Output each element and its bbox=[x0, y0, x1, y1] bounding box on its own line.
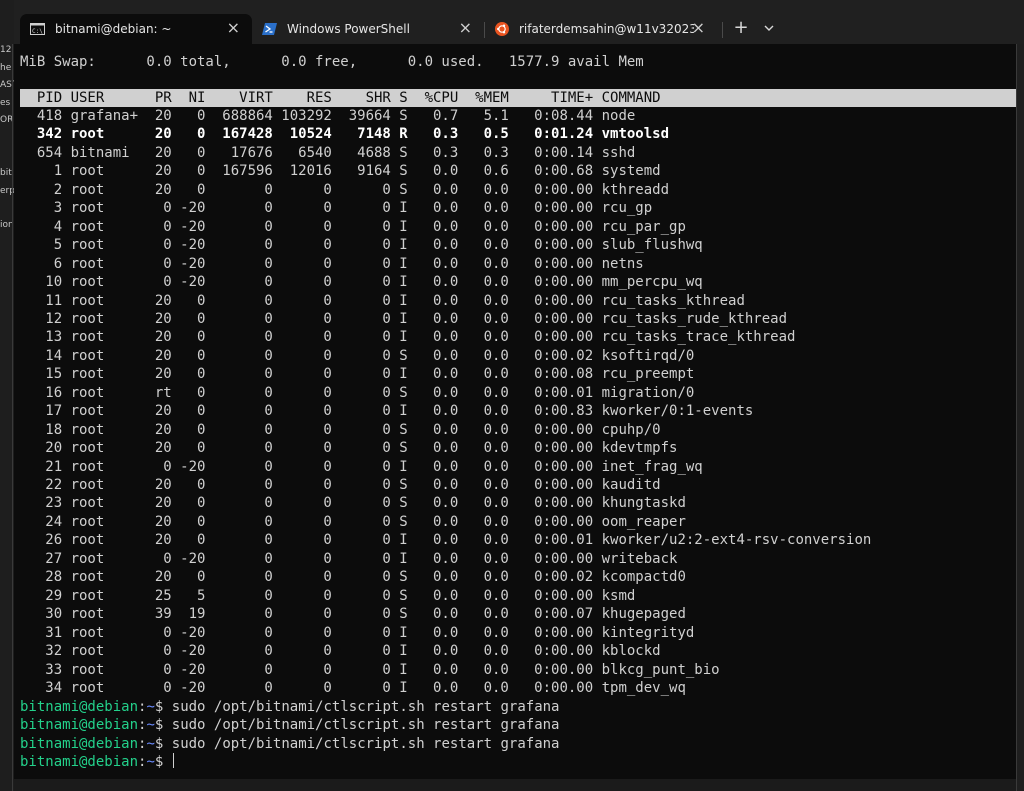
process-row: 29 root 25 5 0 0 0 S 0.0 0.0 0:00.00 ksm… bbox=[20, 587, 636, 604]
close-tab-icon[interactable]: × bbox=[692, 20, 705, 36]
process-row: 2 root 20 0 0 0 0 S 0.0 0.0 0:00.00 kthr… bbox=[20, 181, 670, 198]
tab-bar: C:\ bitnami@debian: ~ × Windows PowerShe… bbox=[14, 0, 1024, 44]
process-row: 23 root 20 0 0 0 0 S 0.0 0.0 0:00.00 khu… bbox=[20, 495, 686, 512]
tab-bitnami-debian[interactable]: C:\ bitnami@debian: ~ × bbox=[20, 14, 252, 44]
process-row: 26 root 20 0 0 0 0 I 0.0 0.0 0:00.01 kwo… bbox=[20, 532, 872, 549]
right-gutter bbox=[1016, 44, 1024, 791]
svg-text:C:\: C:\ bbox=[32, 28, 43, 35]
bg-snippet: 12 bbox=[0, 45, 12, 55]
chevron-down-icon[interactable] bbox=[762, 16, 776, 40]
process-row: 28 root 20 0 0 0 0 S 0.0 0.0 0:00.02 kco… bbox=[20, 569, 686, 586]
prompt-path: ~ bbox=[146, 699, 155, 715]
tab-windows-powershell[interactable]: Windows PowerShell × bbox=[252, 14, 484, 44]
close-tab-icon[interactable]: × bbox=[459, 20, 472, 36]
tab-title: bitnami@debian: ~ bbox=[55, 22, 172, 36]
bg-snippet: es bbox=[0, 98, 11, 108]
prompt-line: bitnami@debian:~$ bbox=[20, 753, 174, 771]
new-tab-button[interactable]: + bbox=[732, 16, 750, 40]
background-window-strip: 12 he AST es ORI bit erp ion bbox=[0, 0, 14, 791]
prompt-line: bitnami@debian:~$ sudo /opt/bitnami/ctls… bbox=[20, 698, 560, 716]
process-row: 11 root 20 0 0 0 0 I 0.0 0.0 0:00.00 rcu… bbox=[20, 292, 745, 309]
process-row: 24 root 20 0 0 0 0 S 0.0 0.0 0:00.00 oom… bbox=[20, 513, 686, 530]
terminal-output[interactable]: MiB Swap: 0.0 total, 0.0 free, 0.0 used.… bbox=[14, 44, 1016, 779]
tab-separator bbox=[722, 22, 723, 38]
process-row: 3 root 0 -20 0 0 0 I 0.0 0.0 0:00.00 rcu… bbox=[20, 200, 653, 217]
process-row: 13 root 20 0 0 0 0 I 0.0 0.0 0:00.00 rcu… bbox=[20, 329, 796, 346]
process-row: 31 root 0 -20 0 0 0 I 0.0 0.0 0:00.00 ki… bbox=[20, 624, 695, 641]
process-row: 21 root 0 -20 0 0 0 I 0.0 0.0 0:00.00 in… bbox=[20, 458, 703, 475]
cmd-terminal-icon: C:\ bbox=[30, 23, 45, 35]
command-text: sudo /opt/bitnami/ctlscript.sh restart g… bbox=[171, 735, 560, 752]
close-tab-icon[interactable]: × bbox=[227, 20, 240, 36]
tab-title: rifaterdemsahin@w11v3202372 bbox=[519, 22, 694, 36]
process-row: 17 root 20 0 0 0 0 I 0.0 0.0 0:00.83 kwo… bbox=[20, 403, 754, 420]
process-row: 33 root 0 -20 0 0 0 I 0.0 0.0 0:00.00 bl… bbox=[20, 661, 720, 678]
prompt-path: ~ bbox=[146, 754, 155, 771]
prompt-user-host: bitnami@debian bbox=[20, 735, 139, 752]
process-row: 654 bitnami 20 0 17676 6540 4688 S 0.3 0… bbox=[20, 144, 636, 161]
process-row: 5 root 0 -20 0 0 0 I 0.0 0.0 0:00.00 slu… bbox=[20, 237, 703, 254]
swap-summary: MiB Swap: 0.0 total, 0.0 free, 0.0 used.… bbox=[20, 54, 644, 70]
command-text: sudo /opt/bitnami/ctlscript.sh restart g… bbox=[171, 699, 560, 715]
command-text: sudo /opt/bitnami/ctlscript.sh restart g… bbox=[171, 717, 560, 734]
ubuntu-icon bbox=[495, 22, 509, 36]
process-row: 20 root 20 0 0 0 0 S 0.0 0.0 0:00.00 kde… bbox=[20, 440, 678, 457]
process-row: 10 root 0 -20 0 0 0 I 0.0 0.0 0:00.00 mm… bbox=[20, 274, 703, 291]
process-row: 16 root rt 0 0 0 0 S 0.0 0.0 0:00.01 mig… bbox=[20, 384, 695, 401]
process-row: 15 root 20 0 0 0 0 I 0.0 0.0 0:00.08 rcu… bbox=[20, 366, 695, 383]
process-row: 342 root 20 0 167428 10524 7148 R 0.3 0.… bbox=[20, 126, 670, 143]
prompt-path: ~ bbox=[146, 717, 155, 734]
tab-title: Windows PowerShell bbox=[287, 22, 410, 36]
prompt-user-host: bitnami@debian bbox=[20, 699, 139, 715]
process-row: 6 root 0 -20 0 0 0 I 0.0 0.0 0:00.00 net… bbox=[20, 255, 644, 272]
process-table-header: PID USER PR NI VIRT RES SHR S %CPU %MEM … bbox=[20, 90, 661, 106]
process-row: 1 root 20 0 167596 12016 9164 S 0.0 0.6 … bbox=[20, 163, 661, 180]
process-row: 12 root 20 0 0 0 0 I 0.0 0.0 0:00.00 rcu… bbox=[20, 310, 788, 327]
bg-snippet: he bbox=[0, 63, 12, 73]
process-row: 4 root 0 -20 0 0 0 I 0.0 0.0 0:00.00 rcu… bbox=[20, 218, 686, 235]
process-row: 27 root 0 -20 0 0 0 I 0.0 0.0 0:00.00 wr… bbox=[20, 550, 678, 567]
prompt-line: bitnami@debian:~$ sudo /opt/bitnami/ctls… bbox=[20, 735, 560, 753]
powershell-icon bbox=[262, 23, 277, 35]
text-cursor bbox=[172, 753, 174, 769]
prompt-line: bitnami@debian:~$ sudo /opt/bitnami/ctls… bbox=[20, 716, 560, 734]
window-border bbox=[12, 44, 13, 791]
process-row: 34 root 0 -20 0 0 0 I 0.0 0.0 0:00.00 tp… bbox=[20, 679, 686, 696]
process-row: 30 root 39 19 0 0 0 S 0.0 0.0 0:00.07 kh… bbox=[20, 606, 686, 623]
process-row: 418 grafana+ 20 0 688864 103292 39664 S … bbox=[20, 108, 636, 124]
process-row: 18 root 20 0 0 0 0 S 0.0 0.0 0:00.00 cpu… bbox=[20, 421, 661, 438]
window-bottom-edge bbox=[14, 779, 1016, 791]
bg-snippet: bit bbox=[0, 168, 12, 178]
tab-ubuntu-wsl[interactable]: rifaterdemsahin@w11v3202372 × bbox=[485, 14, 717, 44]
process-row: 22 root 20 0 0 0 0 S 0.0 0.0 0:00.00 kau… bbox=[20, 477, 661, 493]
process-row: 32 root 0 -20 0 0 0 I 0.0 0.0 0:00.00 kb… bbox=[20, 643, 661, 660]
prompt-user-host: bitnami@debian bbox=[20, 754, 139, 771]
prompt-path: ~ bbox=[146, 735, 155, 752]
process-row: 14 root 20 0 0 0 0 S 0.0 0.0 0:00.02 kso… bbox=[20, 347, 695, 364]
prompt-user-host: bitnami@debian bbox=[20, 717, 139, 734]
